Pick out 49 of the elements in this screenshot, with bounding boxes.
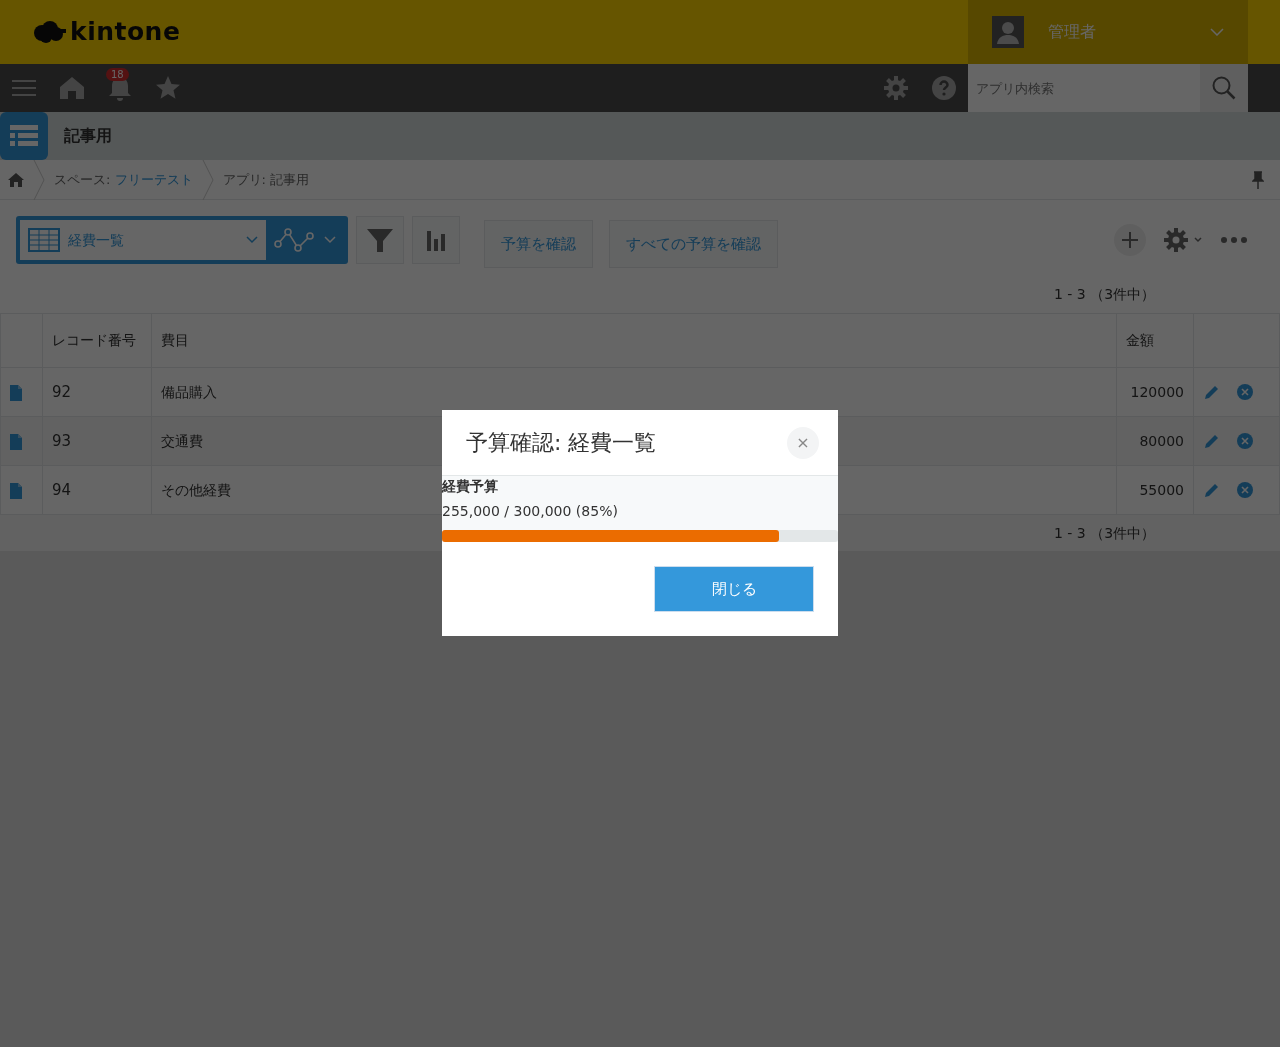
toolbar-button[interactable]: すべての予算を確認 <box>609 220 778 268</box>
document-icon[interactable] <box>10 482 22 499</box>
table-cell: 80000 <box>1116 416 1194 466</box>
cloud-logo-icon <box>32 20 66 44</box>
search-button[interactable] <box>1200 64 1248 112</box>
table-cell: 55000 <box>1116 465 1194 515</box>
app-title: 記事用 <box>64 125 112 147</box>
search-icon[interactable] <box>1211 75 1237 101</box>
delete-icon[interactable] <box>1237 433 1253 449</box>
logo-text: kintone <box>70 16 181 49</box>
avatar-icon <box>992 16 1024 48</box>
pager-info: 1 - 3 （3件中） <box>1054 285 1156 304</box>
pin-icon[interactable] <box>1252 171 1264 190</box>
budget-label: 経費予算 <box>442 477 499 496</box>
more-icon[interactable] <box>1220 236 1248 244</box>
column-header: 費目 <box>151 313 1117 368</box>
delete-icon[interactable] <box>1237 482 1253 498</box>
graph-button[interactable] <box>412 216 460 264</box>
document-icon[interactable] <box>10 384 22 401</box>
plus-icon[interactable] <box>1121 231 1139 249</box>
column-header: 金額 <box>1116 313 1194 368</box>
breadcrumb-separator-icon <box>32 159 46 200</box>
chevron-down-icon[interactable] <box>246 236 258 244</box>
pencil-icon[interactable] <box>1203 432 1221 450</box>
settings-icon[interactable] <box>1162 226 1204 254</box>
filter-button[interactable] <box>356 216 404 264</box>
bar-chart-icon[interactable] <box>426 229 446 251</box>
pencil-icon[interactable] <box>1203 481 1221 499</box>
table-cell: 94 <box>42 465 152 515</box>
view-select[interactable]: 経費一覧 <box>20 220 266 260</box>
dialog-title: 予算確認: 経費一覧 <box>465 429 658 457</box>
list-icon <box>10 124 38 148</box>
pencil-icon[interactable] <box>1203 383 1221 401</box>
column-header: レコード番号 <box>42 313 152 368</box>
delete-icon[interactable] <box>1237 384 1253 400</box>
pager-info: 1 - 3 （3件中） <box>1054 523 1156 543</box>
user-menu[interactable]: 管理者 <box>968 0 1248 64</box>
close-dialog-button[interactable]: 閉じる <box>654 566 814 612</box>
close-button[interactable]: × <box>787 426 819 459</box>
notification-badge: 18 <box>106 68 129 81</box>
chevron-down-icon <box>1210 28 1224 36</box>
document-icon[interactable] <box>10 433 22 450</box>
table-cell: 120000 <box>1116 367 1194 417</box>
table-cell: 92 <box>42 367 152 417</box>
toolbar-button[interactable]: 予算を確認 <box>484 220 593 268</box>
table-cell: 93 <box>42 416 152 466</box>
table-view-icon <box>28 228 60 252</box>
add-record-button[interactable] <box>1114 224 1146 256</box>
breadcrumb-link[interactable]: フリーテスト <box>114 171 193 187</box>
